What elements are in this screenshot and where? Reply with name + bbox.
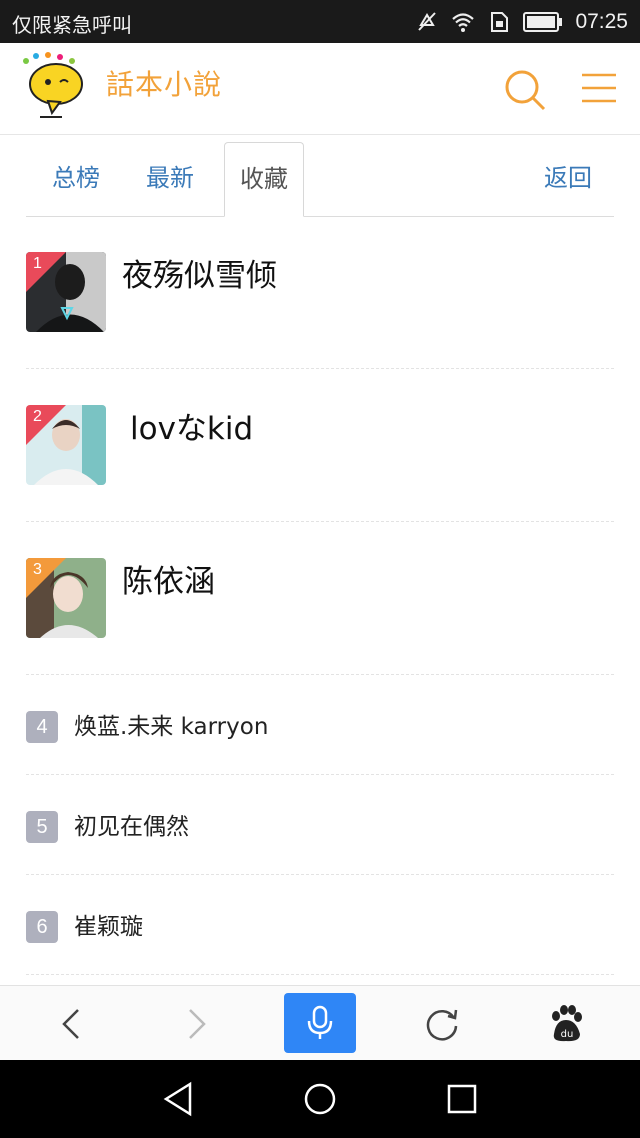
site-header: 話本小說 bbox=[0, 43, 640, 135]
rank-badge bbox=[26, 405, 66, 445]
rank-number: 6 bbox=[26, 911, 58, 943]
rank-number: 3 bbox=[33, 561, 42, 578]
browser-toolbar: du bbox=[0, 985, 640, 1061]
wifi-icon bbox=[452, 13, 475, 32]
tab-favorites[interactable]: 收藏 bbox=[224, 142, 304, 217]
logo-mascot-icon bbox=[23, 52, 83, 118]
ranking-list: 1 夜殇似雪倾 2 lovなkid 3 陈依涵 4 焕蓝.未来 karryon … bbox=[26, 216, 614, 975]
list-item[interactable]: 3 陈依涵 bbox=[26, 522, 614, 675]
back-link[interactable]: 返回 bbox=[530, 142, 606, 216]
ranking-tabs: 总榜 最新 收藏 返回 bbox=[26, 142, 614, 217]
voice-search-button[interactable] bbox=[284, 993, 356, 1053]
author-name[interactable]: 夜殇似雪倾 bbox=[122, 250, 277, 295]
author-name[interactable]: 崔颖璇 bbox=[74, 911, 143, 943]
back-arrow-icon[interactable] bbox=[44, 996, 100, 1052]
tab-latest[interactable]: 最新 bbox=[132, 142, 208, 216]
battery-icon bbox=[523, 12, 563, 32]
rank-number: 5 bbox=[26, 811, 58, 843]
list-item[interactable]: 2 lovなkid bbox=[26, 369, 614, 522]
author-name[interactable]: 焕蓝.未来 karryon bbox=[74, 711, 268, 743]
status-icons: 07:25 bbox=[415, 8, 628, 36]
clock: 07:25 bbox=[575, 10, 628, 33]
microphone-icon bbox=[307, 1005, 333, 1039]
forward-arrow-icon[interactable] bbox=[168, 996, 224, 1052]
avatar: 3 bbox=[26, 558, 106, 638]
refresh-icon[interactable] bbox=[414, 996, 470, 1052]
avatar: 2 bbox=[26, 405, 106, 485]
rank-badge bbox=[26, 558, 66, 598]
logo-text: 話本小說 bbox=[106, 68, 223, 101]
menu-icon[interactable] bbox=[576, 65, 624, 113]
carrier-text: 仅限紧急呼叫 bbox=[12, 13, 132, 37]
list-item[interactable]: 5 初见在偶然 bbox=[26, 775, 614, 875]
list-item[interactable]: 1 夜殇似雪倾 bbox=[26, 216, 614, 369]
status-bar: 仅限紧急呼叫 07:25 bbox=[0, 0, 640, 43]
rank-number: 4 bbox=[26, 711, 58, 743]
author-name[interactable]: lovなkid bbox=[130, 403, 253, 448]
avatar: 1 bbox=[26, 252, 106, 332]
list-item[interactable]: 6 崔颖璇 bbox=[26, 875, 614, 975]
search-icon[interactable] bbox=[500, 65, 548, 113]
baidu-paw-icon[interactable]: du bbox=[538, 996, 594, 1052]
author-name[interactable]: 陈依涵 bbox=[122, 556, 215, 601]
author-name[interactable]: 初见在偶然 bbox=[74, 811, 189, 843]
tab-overall[interactable]: 总榜 bbox=[38, 142, 114, 216]
nav-back-icon[interactable] bbox=[154, 1074, 204, 1124]
rank-number: 1 bbox=[33, 255, 42, 272]
site-logo[interactable]: 話本小說 bbox=[18, 51, 228, 121]
rank-badge bbox=[26, 252, 66, 292]
nav-home-icon[interactable] bbox=[295, 1074, 345, 1124]
list-item[interactable]: 4 焕蓝.未来 karryon bbox=[26, 675, 614, 775]
rank-number: 2 bbox=[33, 408, 42, 425]
android-nav-bar bbox=[0, 1060, 640, 1138]
mute-icon bbox=[418, 12, 437, 31]
nav-recent-icon[interactable] bbox=[437, 1074, 487, 1124]
svg-text:du: du bbox=[561, 1029, 574, 1040]
sim-icon bbox=[491, 12, 509, 32]
